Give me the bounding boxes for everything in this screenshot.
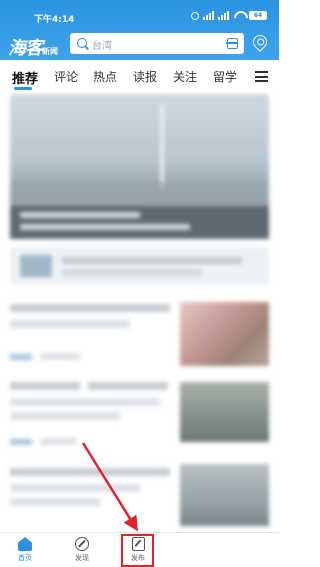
nav-discover[interactable]: 发现: [62, 537, 102, 563]
app-logo[interactable]: 海客新闻: [8, 34, 58, 60]
app-header: 下午4:14 64 海客新闻 台湾: [0, 0, 279, 60]
search-icon: [77, 38, 87, 48]
tab-follow[interactable]: 关注: [173, 68, 197, 85]
battery-icon: 64: [249, 11, 267, 20]
news-feed[interactable]: [0, 92, 279, 532]
hero-image[interactable]: [10, 94, 269, 239]
wifi-icon: [233, 11, 245, 20]
search-bar[interactable]: 台湾: [70, 33, 244, 54]
tab-hot[interactable]: 热点: [93, 68, 117, 85]
menu-icon[interactable]: [255, 71, 268, 82]
signal-icon: [203, 11, 214, 20]
alarm-icon: [191, 11, 199, 20]
home-icon: [18, 537, 32, 551]
app-screen: 下午4:14 64 海客新闻 台湾 推荐 评论 热点 读报 关注 留学 首页 发…: [0, 0, 279, 567]
logo-sub-text: 新闻: [42, 46, 58, 56]
status-time: 下午4:14: [34, 15, 75, 25]
active-tab-indicator: [14, 87, 32, 90]
compass-icon: [75, 537, 89, 551]
signal-icon-2: [218, 11, 229, 20]
status-icons: 64: [191, 11, 267, 20]
tab-recommend[interactable]: 推荐: [12, 68, 38, 87]
search-input[interactable]: 台湾: [92, 37, 112, 52]
list-item-thumbnail: [180, 382, 269, 442]
scan-icon[interactable]: [226, 38, 238, 49]
nav-discover-label: 发现: [75, 554, 89, 562]
tab-comments[interactable]: 评论: [54, 68, 78, 85]
channel-tabs: 推荐 评论 热点 读报 关注 留学: [0, 60, 279, 92]
highlight-box: [121, 534, 154, 567]
list-item-thumbnail: [180, 302, 269, 366]
status-bar: 下午4:14 64: [0, 0, 279, 26]
list-item-thumbnail: [180, 464, 269, 526]
tab-study-abroad[interactable]: 留学: [213, 68, 237, 85]
location-icon[interactable]: [250, 32, 270, 52]
tab-newspaper[interactable]: 读报: [133, 68, 157, 85]
logo-main-text: 海客: [8, 38, 43, 59]
nav-home[interactable]: 首页: [5, 537, 45, 563]
nav-home-label: 首页: [18, 554, 32, 562]
feed-banner[interactable]: [10, 247, 269, 285]
